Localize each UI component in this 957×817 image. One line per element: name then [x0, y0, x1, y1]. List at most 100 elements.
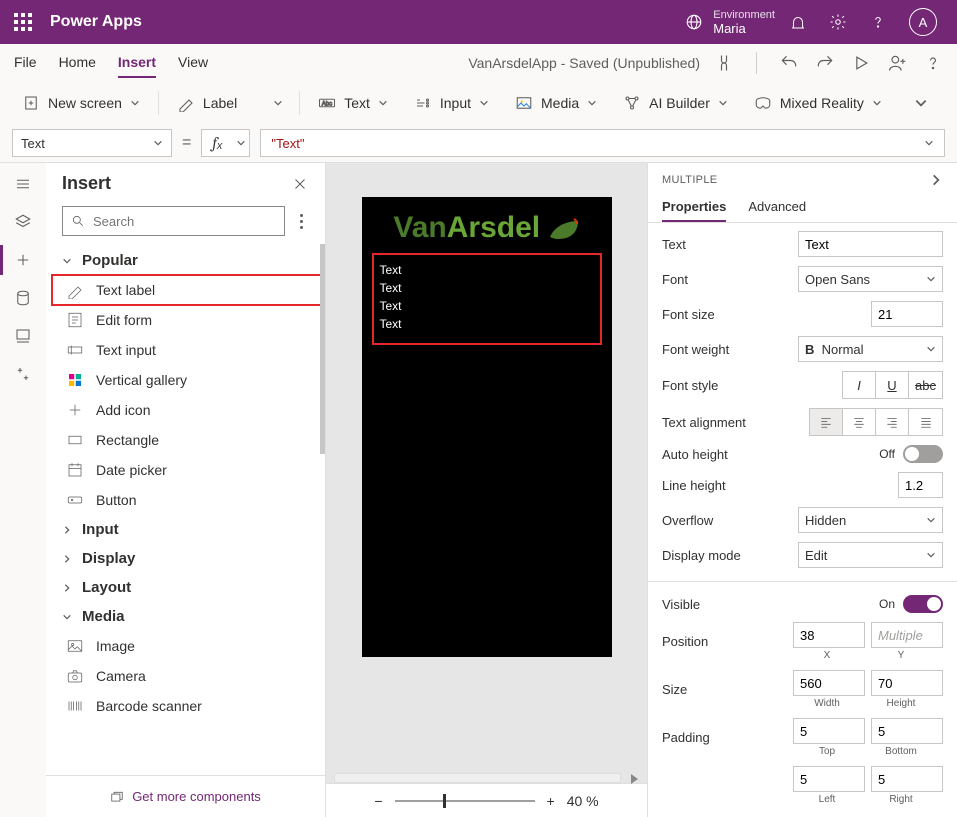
prop-padding-top-input[interactable] [793, 718, 865, 744]
chevron-down-icon[interactable] [273, 98, 283, 108]
media-rail-icon[interactable] [14, 327, 32, 345]
item-camera[interactable]: Camera [52, 661, 321, 691]
prop-fontsize-input[interactable] [871, 301, 943, 327]
redo-icon[interactable] [815, 53, 835, 73]
item-image[interactable]: Image [52, 631, 321, 661]
text-input-icon [66, 341, 84, 359]
preview-text-line[interactable]: Text [380, 279, 594, 297]
data-icon[interactable] [14, 289, 32, 307]
property-selector[interactable]: Text [12, 129, 172, 157]
fx-label[interactable]: fx [201, 129, 232, 157]
prop-lineheight-input[interactable] [898, 472, 943, 498]
item-text-label[interactable]: Text label [52, 275, 321, 305]
new-screen-button[interactable]: New screen [14, 94, 148, 112]
formula-input[interactable]: "Text" [260, 129, 945, 157]
app-launcher-icon[interactable] [14, 13, 32, 31]
input-button[interactable]: Input [406, 94, 497, 112]
zoom-slider[interactable] [395, 800, 535, 802]
label-label: Label [203, 95, 237, 111]
item-edit-form[interactable]: Edit form [52, 305, 321, 335]
media-button[interactable]: Media [507, 94, 605, 112]
prop-position-x-input[interactable] [793, 622, 865, 648]
prop-overflow-select[interactable]: Hidden [798, 507, 943, 533]
user-avatar[interactable]: A [909, 8, 937, 36]
selected-labels-group[interactable]: Text Text Text Text [372, 253, 602, 345]
prop-displaymode-select[interactable]: Edit [798, 542, 943, 568]
strike-button[interactable]: abc [909, 372, 942, 398]
label-button[interactable]: Label [169, 94, 245, 112]
align-right-button[interactable] [876, 409, 909, 435]
item-add-icon[interactable]: Add icon [52, 395, 321, 425]
prop-padding-left-input[interactable] [793, 766, 865, 792]
italic-button[interactable]: I [843, 372, 876, 398]
more-options-icon[interactable] [293, 209, 309, 233]
get-more-label: Get more components [132, 789, 261, 804]
menu-file[interactable]: File [14, 48, 37, 78]
get-more-components[interactable]: Get more components [46, 775, 325, 817]
menu-bar: File Home Insert View VanArsdelApp - Sav… [0, 44, 957, 82]
help-icon[interactable] [869, 13, 887, 31]
preview-text-line[interactable]: Text [380, 261, 594, 279]
environment-picker[interactable]: Environment Maria [685, 9, 775, 36]
zoom-in-button[interactable]: + [547, 793, 555, 809]
prop-visible-toggle[interactable] [903, 595, 943, 613]
prop-padding-bottom-input[interactable] [871, 718, 943, 744]
prop-fontsize-label: Font size [662, 307, 863, 322]
align-left-button[interactable] [810, 409, 843, 435]
scrollbar-thumb[interactable] [320, 244, 325, 454]
tab-advanced[interactable]: Advanced [748, 193, 806, 222]
tools-icon[interactable] [14, 365, 32, 383]
category-layout[interactable]: Layout [52, 573, 321, 602]
item-vertical-gallery[interactable]: Vertical gallery [52, 365, 321, 395]
text-button[interactable]: Abc Text [310, 94, 396, 112]
fx-expand[interactable] [232, 129, 250, 157]
share-icon[interactable] [887, 53, 907, 73]
search-input[interactable] [93, 214, 276, 229]
item-rectangle[interactable]: Rectangle [52, 425, 321, 455]
item-text-input[interactable]: Text input [52, 335, 321, 365]
notifications-icon[interactable] [789, 13, 807, 31]
prop-fontweight-select[interactable]: B Normal [798, 336, 943, 362]
tree-view-icon[interactable] [14, 175, 32, 193]
prop-autoheight-toggle[interactable] [903, 445, 943, 463]
prop-width-input[interactable] [793, 670, 865, 696]
prop-height-input[interactable] [871, 670, 943, 696]
item-date-picker[interactable]: Date picker [52, 455, 321, 485]
align-justify-button[interactable] [909, 409, 942, 435]
category-display[interactable]: Display [52, 544, 321, 573]
insert-rail-button[interactable] [14, 251, 32, 269]
menu-view[interactable]: View [178, 48, 208, 78]
ai-builder-button[interactable]: AI Builder [615, 94, 736, 112]
item-barcode[interactable]: Barcode scanner [52, 691, 321, 721]
search-box[interactable] [62, 206, 285, 236]
chevron-right-icon[interactable] [929, 173, 943, 187]
layers-icon[interactable] [14, 213, 32, 231]
close-icon[interactable] [291, 175, 309, 193]
help2-icon[interactable] [923, 53, 943, 73]
underline-button[interactable]: U [876, 372, 909, 398]
title-bar: Power Apps Environment Maria A [0, 0, 957, 44]
prop-text-input[interactable] [798, 231, 943, 257]
zoom-out-button[interactable]: − [374, 793, 382, 809]
settings-icon[interactable] [829, 13, 847, 31]
undo-icon[interactable] [779, 53, 799, 73]
item-button[interactable]: Button [52, 485, 321, 515]
preview-text-line[interactable]: Text [380, 297, 594, 315]
menu-insert[interactable]: Insert [118, 48, 156, 78]
play-icon[interactable] [851, 53, 871, 73]
preview-text-line[interactable]: Text [380, 315, 594, 333]
align-center-button[interactable] [843, 409, 876, 435]
app-checker-icon[interactable] [714, 53, 734, 73]
category-input[interactable]: Input [52, 515, 321, 544]
category-media[interactable]: Media [52, 602, 321, 631]
prop-padding-right-input[interactable] [871, 766, 943, 792]
menu-home[interactable]: Home [59, 48, 96, 78]
overflow-chevron-icon[interactable] [914, 96, 928, 110]
tab-properties[interactable]: Properties [662, 193, 726, 222]
prop-font-select[interactable]: Open Sans [798, 266, 943, 292]
app-preview[interactable]: VanArsdel Text Text Text Text [362, 197, 612, 657]
prop-position-y-input[interactable]: Multiple [871, 622, 943, 648]
mixed-reality-button[interactable]: Mixed Reality [746, 94, 890, 112]
category-popular[interactable]: Popular [52, 246, 321, 275]
horizontal-scrollbar[interactable] [334, 773, 621, 783]
